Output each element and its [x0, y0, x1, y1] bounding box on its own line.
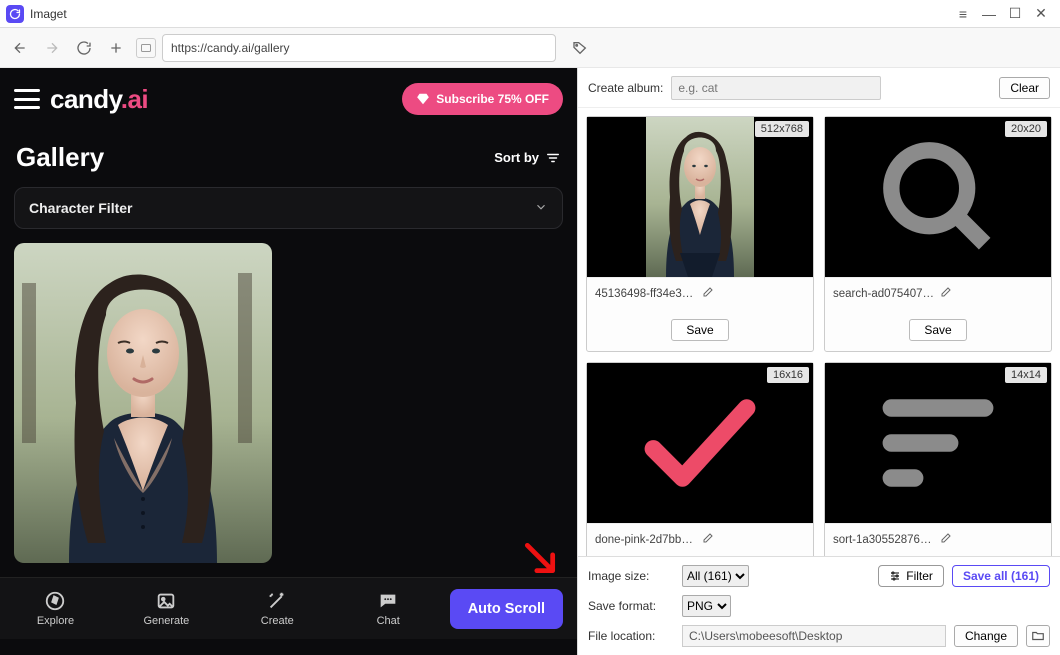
sliders-icon — [889, 570, 901, 582]
nav-label: Chat — [377, 615, 400, 627]
nav-label: Create — [261, 615, 294, 627]
nav-explore[interactable]: Explore — [0, 590, 111, 627]
clear-button[interactable]: Clear — [999, 77, 1050, 99]
brand-main: candy — [50, 84, 121, 114]
thumbnail[interactable]: 512x768 — [587, 117, 813, 277]
dimension-badge: 14x14 — [1005, 367, 1047, 383]
save-all-button[interactable]: Save all (161) — [952, 565, 1050, 587]
character-filter[interactable]: Character Filter — [14, 187, 563, 229]
compass-icon — [44, 590, 66, 612]
nav-label: Explore — [37, 615, 74, 627]
result-card: 20x20 search-ad075407f6e869bfd0c930f8 Sa… — [824, 116, 1052, 352]
nav-generate[interactable]: Generate — [111, 590, 222, 627]
forward-button[interactable] — [40, 36, 64, 60]
close-button[interactable]: ✕ — [1028, 1, 1054, 27]
downloader-panel: Create album: Clear 512x768 — [577, 68, 1060, 655]
folder-icon — [1031, 629, 1045, 643]
wand-icon — [266, 590, 288, 612]
edit-icon[interactable] — [702, 532, 805, 547]
embedded-page: candy.ai Subscribe 75% OFF Gallery Sort … — [0, 68, 577, 655]
maximize-button[interactable]: ☐ — [1002, 1, 1028, 27]
save-format-label: Save format: — [588, 599, 674, 613]
refresh-icon — [9, 8, 21, 20]
controls: Image size: All (161) Filter Save all (1… — [578, 556, 1060, 655]
check-icon — [630, 373, 770, 513]
url-input[interactable] — [162, 34, 556, 62]
arrow-left-icon — [12, 40, 28, 56]
plus-icon — [108, 40, 124, 56]
arrow-right-icon — [44, 40, 60, 56]
window-icon — [140, 42, 152, 54]
create-album-label: Create album: — [588, 81, 663, 95]
character-filter-label: Character Filter — [29, 200, 132, 216]
gallery-thumbnail[interactable] — [14, 243, 272, 563]
file-location-label: File location: — [588, 629, 674, 643]
filter-button[interactable]: Filter — [878, 565, 944, 587]
reload-icon — [76, 40, 92, 56]
diamond-icon — [416, 92, 430, 106]
filename: search-ad075407f6e869bfd0c930f8 — [833, 288, 936, 300]
tag-icon — [572, 40, 588, 56]
title-bar: Imaget ≡ — ☐ ✕ — [0, 0, 1060, 28]
brand-accent: .ai — [121, 84, 148, 114]
thumbnail[interactable]: 14x14 — [825, 363, 1051, 523]
bookmark-button[interactable] — [568, 36, 592, 60]
filename: done-pink-2d7bb079035ef1515c43 — [595, 534, 698, 546]
thumbnail[interactable]: 16x16 — [587, 363, 813, 523]
image-size-label: Image size: — [588, 569, 674, 583]
file-location-input[interactable] — [682, 625, 946, 647]
subscribe-button[interactable]: Subscribe 75% OFF — [402, 83, 563, 115]
save-button[interactable]: Save — [671, 319, 728, 341]
image-icon — [155, 590, 177, 612]
menu-icon[interactable]: ≡ — [950, 1, 976, 27]
url-toolbar — [0, 28, 1060, 68]
change-button[interactable]: Change — [954, 625, 1018, 647]
brand-logo: candy.ai — [50, 84, 148, 115]
search-icon — [868, 127, 1008, 267]
dimension-badge: 16x16 — [767, 367, 809, 383]
open-folder-button[interactable] — [1026, 625, 1050, 647]
new-tab-button[interactable] — [104, 36, 128, 60]
page-title: Gallery — [16, 142, 104, 173]
nav-chat[interactable]: Chat — [333, 590, 444, 627]
sort-button[interactable]: Sort by — [494, 150, 561, 165]
result-card: 14x14 sort-1a3055287694f7d9da8bddca2 — [824, 362, 1052, 556]
results-grid: 512x768 — [578, 108, 1060, 556]
nav-create[interactable]: Create — [222, 590, 333, 627]
result-card: 512x768 — [586, 116, 814, 352]
chevron-down-icon — [534, 200, 548, 217]
minimize-button[interactable]: — — [976, 1, 1002, 27]
dimension-badge: 512x768 — [755, 121, 809, 137]
sort-lines-icon — [868, 373, 1008, 513]
nav-label: Generate — [143, 615, 189, 627]
dimension-badge: 20x20 — [1005, 121, 1047, 137]
back-button[interactable] — [8, 36, 32, 60]
reload-button[interactable] — [72, 36, 96, 60]
app-logo — [6, 5, 24, 23]
edit-icon[interactable] — [702, 286, 805, 301]
sort-icon — [545, 151, 561, 165]
hamburger-button[interactable] — [14, 89, 40, 109]
image-size-select[interactable]: All (161) — [682, 565, 749, 587]
album-bar: Create album: Clear — [578, 68, 1060, 108]
tab-icon — [136, 38, 156, 58]
annotation-arrow-icon — [521, 539, 559, 577]
thumbnail[interactable]: 20x20 — [825, 117, 1051, 277]
app-name: Imaget — [30, 7, 67, 21]
filename: 45136498-ff34e35b-24db-4aa1-aed — [595, 288, 698, 300]
save-format-select[interactable]: PNG — [682, 595, 731, 617]
sort-label: Sort by — [494, 150, 539, 165]
bottom-nav: Explore Generate Create Chat Auto Scroll — [0, 577, 577, 639]
save-button[interactable]: Save — [909, 319, 966, 341]
album-input[interactable] — [671, 76, 881, 100]
site-header: candy.ai Subscribe 75% OFF — [0, 68, 577, 130]
filename: sort-1a3055287694f7d9da8bddca2 — [833, 534, 936, 546]
auto-scroll-button[interactable]: Auto Scroll — [450, 589, 563, 629]
subscribe-label: Subscribe 75% OFF — [436, 92, 549, 106]
edit-icon[interactable] — [940, 532, 1043, 547]
chat-icon — [377, 590, 399, 612]
filter-label: Filter — [906, 569, 933, 583]
edit-icon[interactable] — [940, 286, 1043, 301]
result-card: 16x16 done-pink-2d7bb079035ef1515c43 — [586, 362, 814, 556]
